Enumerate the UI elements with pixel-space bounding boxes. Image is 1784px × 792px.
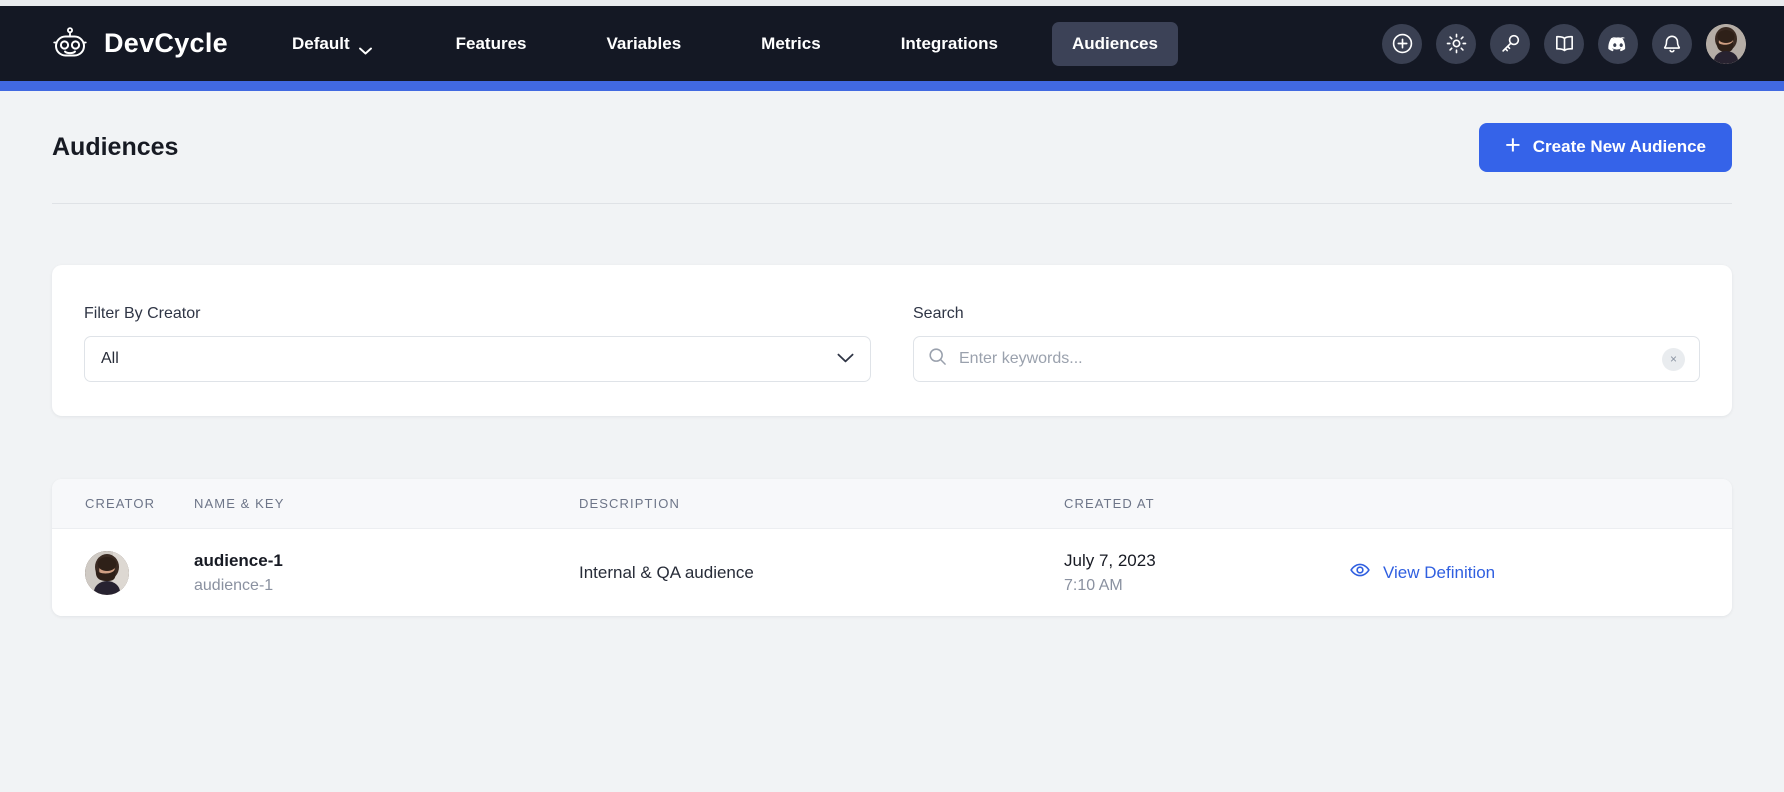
discord-icon: [1606, 32, 1630, 56]
key-icon: [1499, 32, 1522, 55]
plus-circle-icon: [1391, 32, 1414, 55]
nav-item-metrics[interactable]: Metrics: [741, 22, 841, 66]
nav-item-label: Audiences: [1072, 34, 1158, 54]
audience-description: Internal & QA audience: [579, 563, 1064, 583]
close-icon[interactable]: ×: [1662, 348, 1685, 371]
page-title: Audiences: [52, 133, 178, 162]
settings-button[interactable]: [1436, 24, 1476, 64]
brand-logo-link[interactable]: DevCycle: [50, 24, 228, 64]
chevron-down-icon: [837, 350, 854, 368]
column-header-creator: CREATOR: [52, 496, 194, 511]
bell-icon: [1661, 33, 1683, 55]
chevron-down-icon: [359, 40, 372, 48]
search-label: Search: [913, 305, 1700, 323]
creator-select-value: All: [101, 350, 119, 368]
search-input[interactable]: Enter keywords... ×: [913, 336, 1700, 382]
filter-by-creator-label: Filter By Creator: [84, 305, 871, 323]
nav-item-variables[interactable]: Variables: [586, 22, 701, 66]
audiences-table: CREATOR NAME & KEY DESCRIPTION CREATED A…: [52, 479, 1732, 616]
eye-icon: [1349, 559, 1371, 586]
audience-name: audience-1: [194, 551, 579, 571]
table-row[interactable]: audience-1 audience-1 Internal & QA audi…: [52, 529, 1732, 616]
book-icon: [1553, 32, 1576, 55]
nav-item-label: Integrations: [901, 34, 998, 54]
gear-icon: [1445, 32, 1468, 55]
project-selector-label: Default: [292, 34, 350, 54]
avatar[interactable]: [1706, 24, 1746, 64]
search-field: Search Enter keywords... ×: [913, 305, 1700, 382]
cell-name-key: audience-1 audience-1: [194, 551, 579, 595]
nav-item-label: Metrics: [761, 34, 821, 54]
page-content: Audiences + Create New Audience Filter B…: [0, 91, 1784, 616]
table-header-row: CREATOR NAME & KEY DESCRIPTION CREATED A…: [52, 479, 1732, 529]
created-time: 7:10 AM: [1064, 577, 1349, 595]
clear-search-glyph: ×: [1670, 353, 1677, 365]
nav-item-audiences[interactable]: Audiences: [1052, 22, 1178, 66]
header-divider: [52, 203, 1732, 204]
search-input-placeholder: Enter keywords...: [959, 350, 1083, 368]
view-definition-button[interactable]: View Definition: [1349, 559, 1732, 586]
audience-key: audience-1: [194, 577, 579, 595]
nav-item-label: Features: [456, 34, 527, 54]
discord-button[interactable]: [1598, 24, 1638, 64]
cell-description: Internal & QA audience: [579, 563, 1064, 583]
devcycle-robot-logo-icon: [50, 24, 90, 64]
create-new-button[interactable]: [1382, 24, 1422, 64]
docs-button[interactable]: [1544, 24, 1584, 64]
nav-item-features[interactable]: Features: [436, 22, 547, 66]
cell-creator: [52, 551, 194, 595]
brand-name: DevCycle: [104, 28, 228, 59]
column-header-created-at: CREATED AT: [1064, 496, 1349, 511]
plus-icon: +: [1505, 132, 1521, 159]
create-new-audience-button[interactable]: + Create New Audience: [1479, 123, 1732, 172]
created-date: July 7, 2023: [1064, 551, 1349, 571]
navbar-actions: [1382, 24, 1746, 64]
creator-select[interactable]: All: [84, 336, 871, 382]
top-navigation-bar: DevCycle Default Features Variables Metr…: [0, 6, 1784, 81]
filters-card: Filter By Creator All Search: [52, 265, 1732, 416]
cell-actions: View Definition: [1349, 559, 1732, 586]
column-header-name-key: NAME & KEY: [194, 496, 579, 511]
view-definition-label: View Definition: [1383, 563, 1495, 583]
nav-item-integrations[interactable]: Integrations: [881, 22, 1018, 66]
primary-nav: Default Features Variables Metrics Integ…: [272, 22, 1178, 66]
create-new-audience-label: Create New Audience: [1533, 137, 1706, 157]
cell-created-at: July 7, 2023 7:10 AM: [1064, 551, 1349, 595]
column-header-description: DESCRIPTION: [579, 496, 1064, 511]
filter-by-creator-field: Filter By Creator All: [84, 305, 871, 382]
search-icon: [928, 347, 947, 371]
page-loading-bar: [0, 81, 1784, 91]
page-header: Audiences + Create New Audience: [52, 91, 1732, 203]
creator-avatar: [85, 551, 129, 595]
project-selector[interactable]: Default: [272, 22, 392, 66]
nav-item-label: Variables: [606, 34, 681, 54]
notifications-button[interactable]: [1652, 24, 1692, 64]
api-keys-button[interactable]: [1490, 24, 1530, 64]
